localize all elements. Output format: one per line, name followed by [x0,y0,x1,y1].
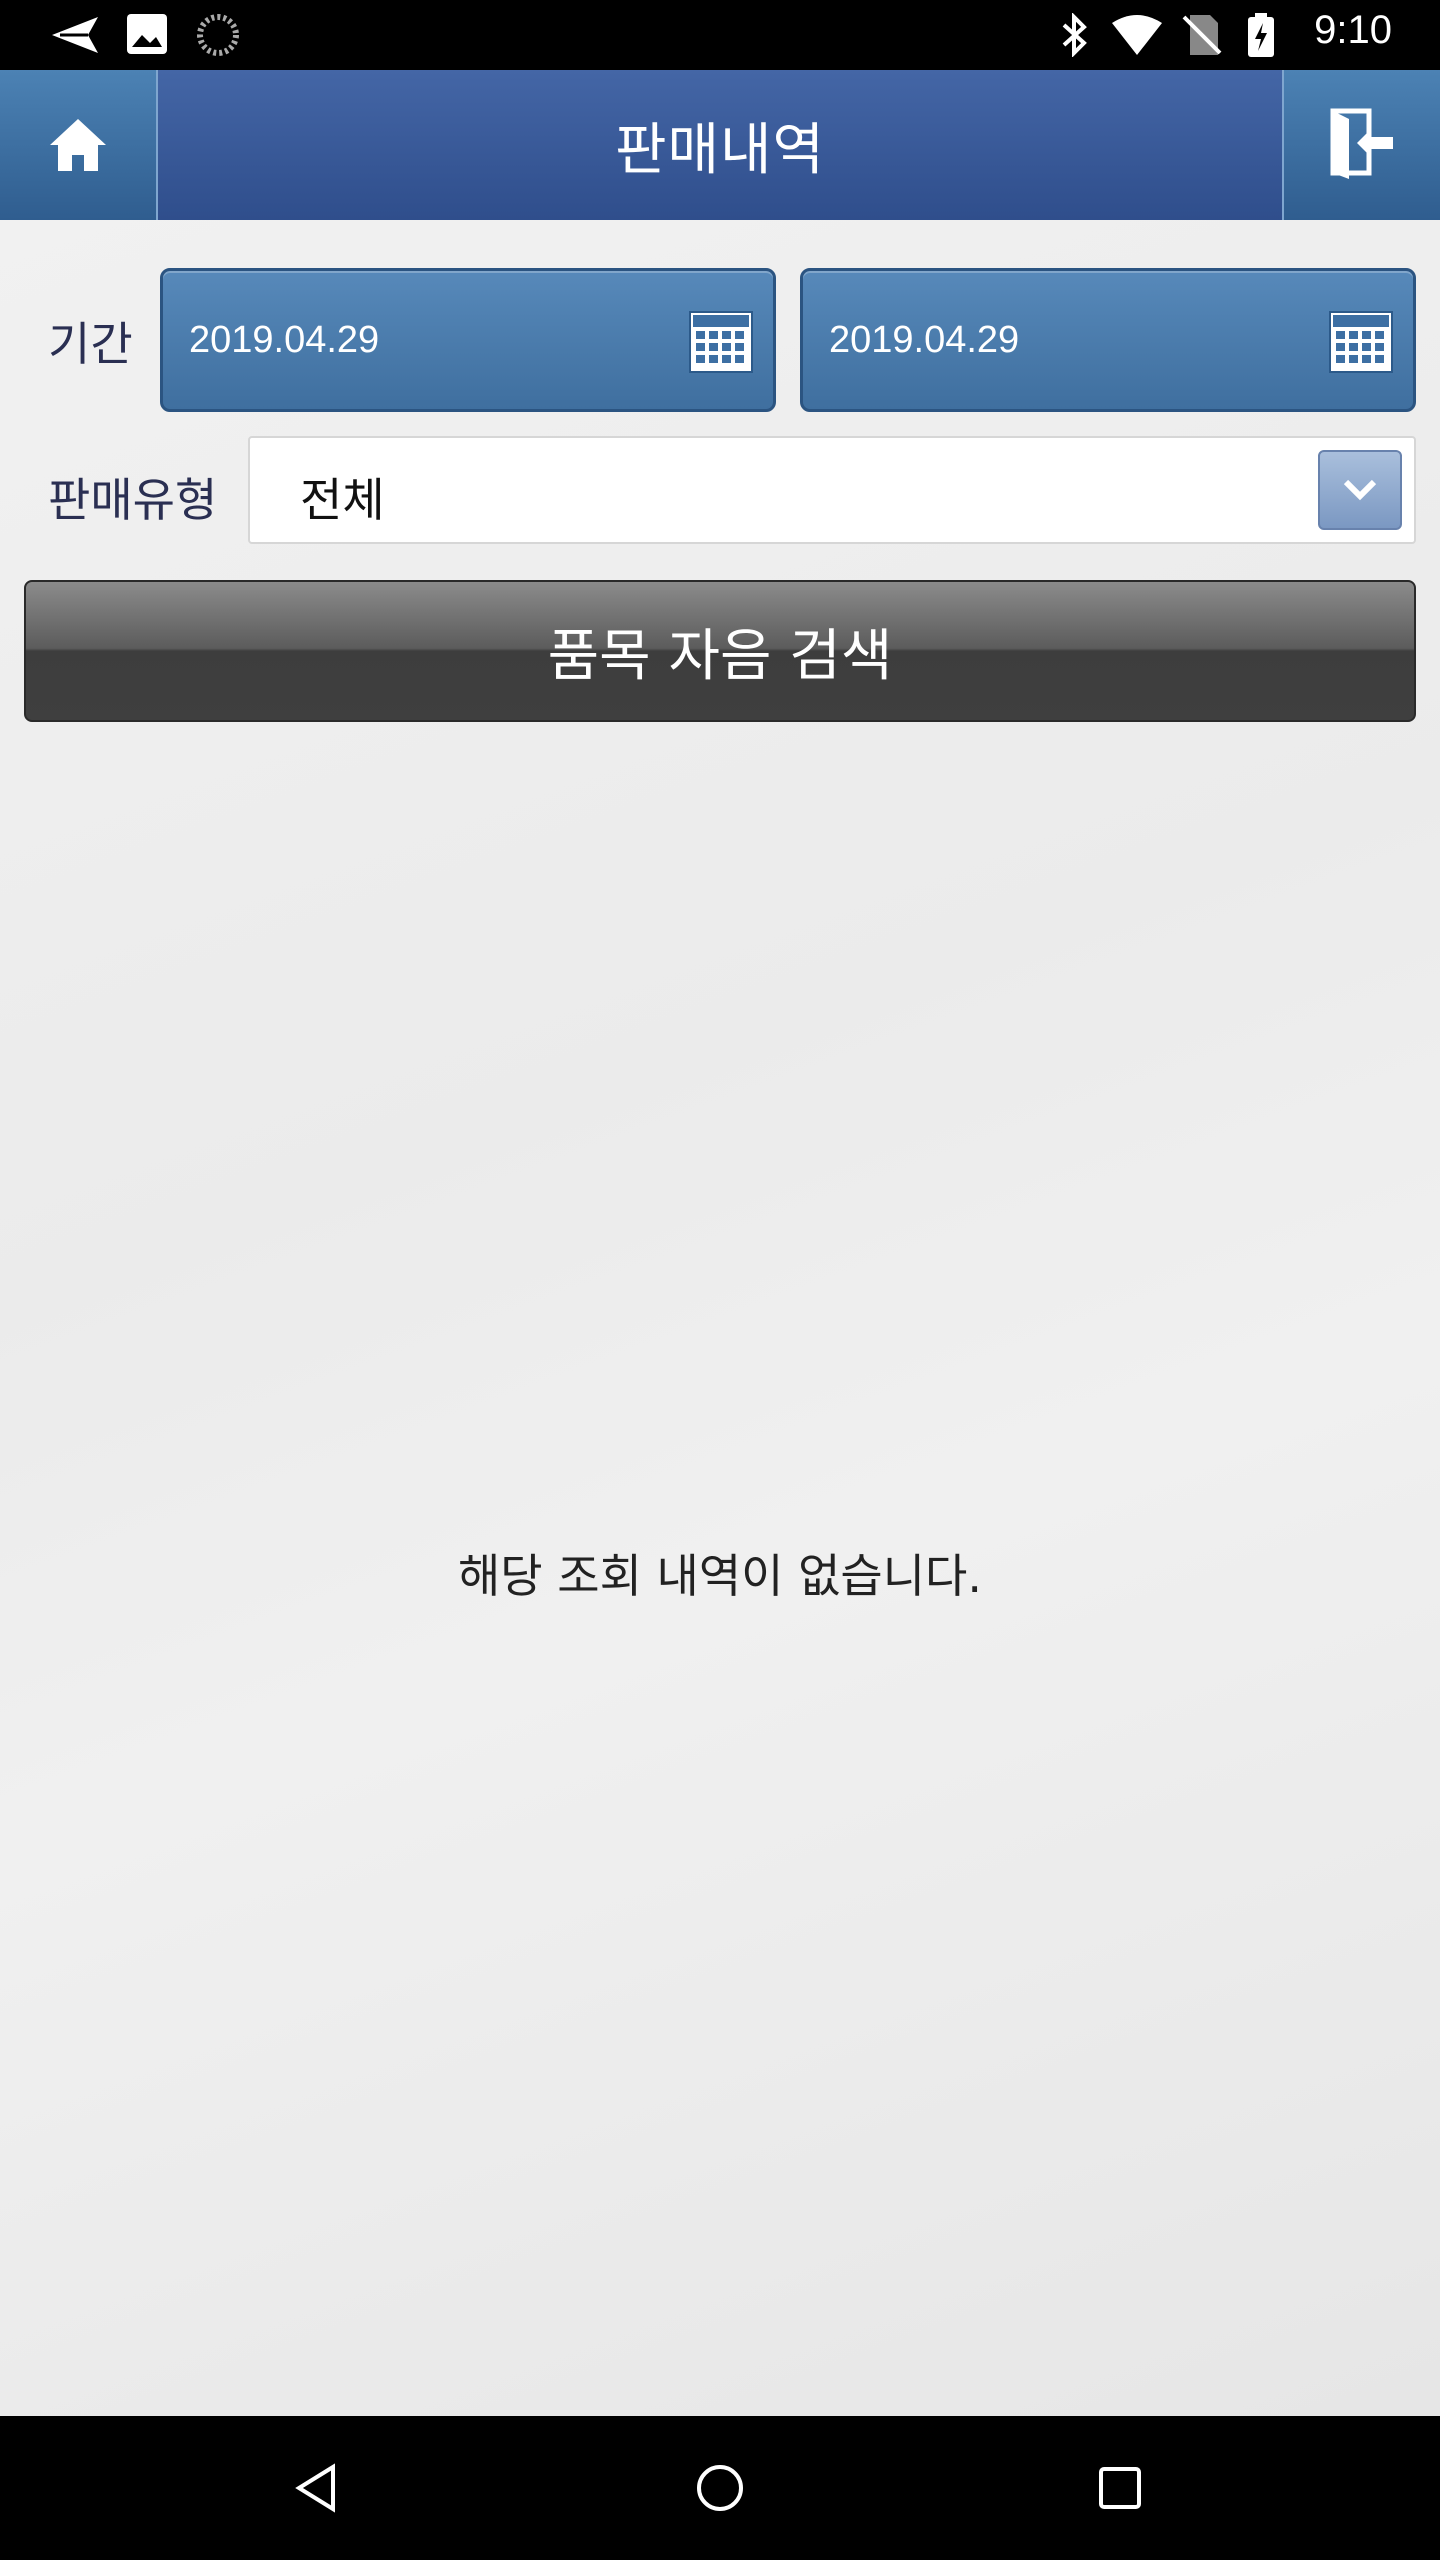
start-date-value: 2019.04.29 [189,319,380,361]
dropdown-button[interactable] [1318,450,1402,530]
home-icon [50,119,106,171]
start-date-picker[interactable]: 2019.04.29 [160,268,776,412]
app-header: 판매내역 [0,70,1440,220]
logout-icon [1330,108,1393,179]
calendar-icon [1329,311,1393,373]
send-icon [52,17,98,53]
back-triangle-icon [295,2463,335,2513]
main-content: 기간 2019.04.29 2019.04.29 판매유형 전체 품목 자음 검… [0,220,1440,2416]
image-icon [127,14,167,54]
nav-back-button[interactable] [276,2448,356,2528]
period-label: 기간 [48,317,133,371]
nav-recents-button[interactable] [1080,2448,1160,2528]
bluetooth-icon [1062,13,1087,57]
home-button[interactable] [0,70,158,220]
page-title: 판매내역 [614,117,826,183]
end-date-value: 2019.04.29 [829,319,1020,361]
loading-icon [197,14,239,56]
navigation-bar [0,2416,1440,2560]
sale-type-label: 판매유형 [48,473,218,527]
calendar-icon [689,311,753,373]
battery-charging-icon [1248,13,1274,57]
status-time: 9:10 [1314,8,1392,52]
end-date-picker[interactable]: 2019.04.29 [800,268,1416,412]
sale-type-value: 전체 [300,473,385,527]
sale-type-select[interactable]: 전체 [248,436,1416,544]
item-initial-search-button[interactable]: 품목 자음 검색 [24,580,1416,722]
chevron-down-icon [1343,479,1377,501]
logout-button[interactable] [1282,70,1440,220]
no-sim-icon [1182,15,1222,55]
wifi-icon [1112,15,1162,55]
status-bar: 9:10 [0,0,1440,70]
home-circle-icon [697,2465,743,2511]
recents-square-icon [1099,2467,1141,2509]
empty-result-message: 해당 조회 내역이 없습니다. [457,1549,982,1603]
nav-home-button[interactable] [680,2448,760,2528]
